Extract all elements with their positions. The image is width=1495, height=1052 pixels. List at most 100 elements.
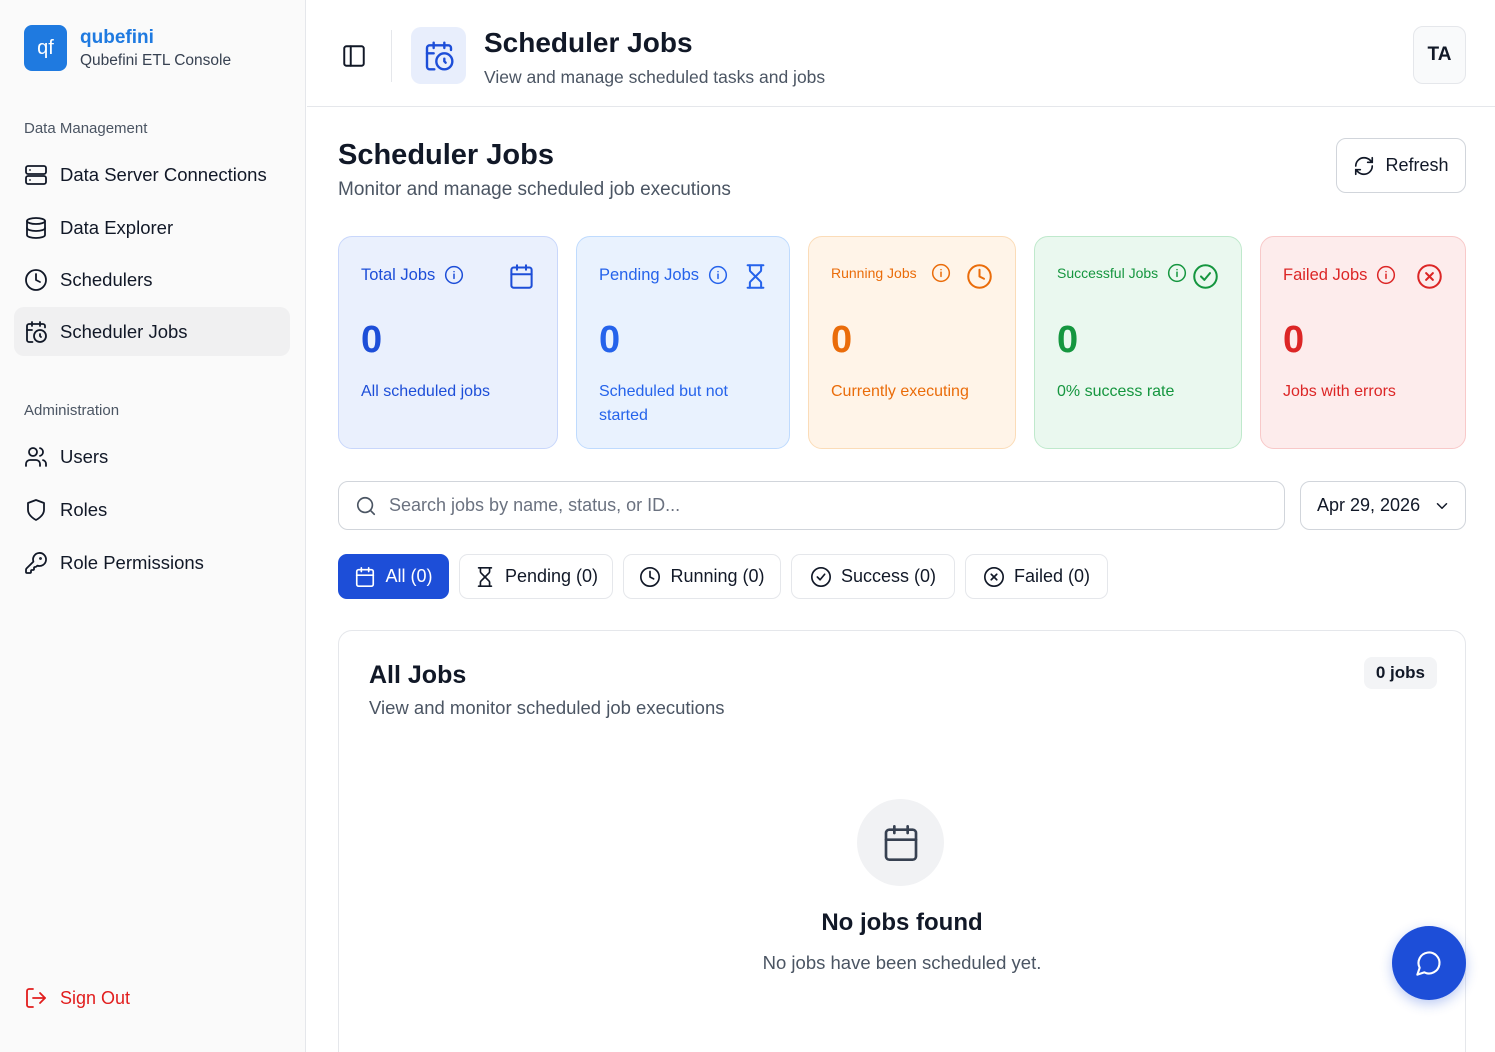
- stat-value: 0: [831, 319, 853, 361]
- key-icon: [25, 551, 47, 574]
- stat-card-successful-jobs: Successful Jobs 0 0% success rate: [1034, 236, 1242, 449]
- clock-icon: [25, 268, 47, 291]
- sidebar-item-label: Role Permissions: [60, 551, 204, 573]
- page-subtitle: Monitor and manage scheduled job executi…: [338, 179, 731, 200]
- stat-label: Total Jobs: [361, 265, 436, 284]
- sidebar-item-role-permissions[interactable]: Role Permissions: [14, 538, 290, 587]
- info-icon[interactable]: [1376, 265, 1396, 285]
- page-title: Scheduler Jobs: [338, 139, 554, 171]
- stat-caption: Jobs with errors: [1283, 383, 1396, 400]
- clock-icon: [967, 264, 992, 289]
- check-circle-icon: [1193, 264, 1218, 289]
- search-input[interactable]: [389, 495, 1249, 516]
- filter-failed-button[interactable]: Failed (0): [965, 554, 1108, 599]
- sidebar-item-schedulers[interactable]: Schedulers: [14, 255, 290, 304]
- stat-label: Running Jobs: [831, 265, 917, 281]
- brand-name: qubefini: [80, 26, 154, 48]
- info-icon[interactable]: [444, 265, 464, 285]
- filter-label: Pending (0): [504, 566, 599, 586]
- info-icon[interactable]: [931, 263, 951, 283]
- jobs-panel: All Jobs View and monitor scheduled job …: [338, 630, 1466, 1052]
- sidebar-item-data-explorer[interactable]: Data Explorer: [14, 203, 290, 252]
- jobs-count-badge: 0 jobs: [1363, 657, 1437, 689]
- hourglass-icon: [477, 566, 493, 587]
- search-box[interactable]: [338, 481, 1285, 530]
- empty-state-title: No jobs found: [821, 909, 983, 936]
- filter-label: Success (0): [840, 566, 937, 586]
- stat-caption: 0% success rate: [1057, 383, 1175, 400]
- stat-card-failed-jobs: Failed Jobs 0 Jobs with errors: [1260, 236, 1466, 449]
- stat-card-running-jobs: Running Jobs 0 Currently executing: [808, 236, 1016, 449]
- clock-icon: [640, 566, 661, 587]
- header-title: Scheduler Jobs: [484, 27, 693, 58]
- stat-value: 0: [361, 319, 383, 361]
- section-label-administration: Administration: [24, 402, 120, 419]
- sidebar-toggle-icon[interactable]: [341, 43, 367, 69]
- chevron-down-icon: [1436, 503, 1448, 509]
- brand-logo: qf: [24, 25, 67, 71]
- top-bar: Scheduler Jobs View and manage scheduled…: [307, 0, 1495, 107]
- log-out-icon: [26, 988, 46, 1008]
- stat-value: 0: [1057, 319, 1079, 361]
- users-icon: [25, 446, 47, 467]
- search-icon: [356, 496, 376, 515]
- sidebar: qf qubefini Qubefini ETL Console Data Ma…: [0, 0, 306, 1052]
- filter-label: Failed (0): [1013, 566, 1091, 586]
- stat-value: 0: [599, 319, 621, 361]
- stat-card-pending-jobs: Pending Jobs 0 Scheduled but not started: [576, 236, 790, 449]
- sign-out-label: Sign Out: [60, 987, 131, 1008]
- jobs-panel-subtitle: View and monitor scheduled job execution…: [369, 697, 725, 718]
- filter-success-button[interactable]: Success (0): [791, 554, 955, 599]
- calendar-clock-icon: [26, 320, 47, 343]
- stat-label: Pending Jobs: [599, 265, 699, 284]
- filter-pending-button[interactable]: Pending (0): [459, 554, 613, 599]
- server-icon: [25, 164, 47, 185]
- calendar-clock-icon: [425, 40, 454, 71]
- info-icon[interactable]: [708, 265, 728, 285]
- filter-label: All (0): [385, 566, 433, 586]
- calendar-icon: [884, 824, 917, 861]
- jobs-panel-title: All Jobs: [369, 661, 467, 689]
- page-icon: [411, 27, 466, 84]
- calendar-icon: [510, 264, 533, 289]
- filter-running-button[interactable]: Running (0): [623, 554, 781, 599]
- stat-label: Failed Jobs: [1283, 265, 1368, 284]
- x-circle-icon: [1417, 264, 1442, 289]
- brand-subtitle: Qubefini ETL Console: [80, 51, 232, 69]
- refresh-label: Refresh: [1385, 155, 1449, 175]
- sidebar-item-scheduler-jobs[interactable]: Scheduler Jobs: [14, 307, 290, 356]
- info-icon[interactable]: [1167, 263, 1187, 283]
- empty-state-subtitle: No jobs have been scheduled yet.: [762, 952, 1042, 973]
- refresh-icon: [1355, 156, 1374, 175]
- database-icon: [26, 216, 46, 239]
- filter-all-button[interactable]: All (0): [338, 554, 449, 599]
- stat-value: 0: [1283, 319, 1305, 361]
- sidebar-item-roles[interactable]: Roles: [14, 485, 290, 534]
- sidebar-item-label: Data Server Connections: [60, 163, 267, 185]
- sidebar-item-label: Schedulers: [60, 268, 153, 290]
- message-circle-icon: [1416, 951, 1441, 976]
- header-subtitle: View and manage scheduled tasks and jobs: [484, 67, 826, 87]
- shield-icon: [27, 498, 45, 521]
- sign-out-button[interactable]: Sign Out: [24, 986, 130, 1010]
- sidebar-item-label: Users: [60, 445, 109, 467]
- sidebar-item-label: Data Explorer: [60, 216, 174, 238]
- calendar-icon: [356, 566, 375, 587]
- sidebar-item-data-server-connections[interactable]: Data Server Connections: [14, 150, 290, 199]
- divider: [391, 30, 392, 82]
- sidebar-item-users[interactable]: Users: [14, 432, 290, 481]
- refresh-button[interactable]: Refresh: [1336, 138, 1466, 193]
- avatar[interactable]: TA: [1413, 26, 1466, 84]
- stat-caption: Currently executing: [831, 383, 969, 400]
- filter-label: Running (0): [670, 566, 765, 586]
- date-filter-select[interactable]: Apr 29, 2026: [1300, 481, 1466, 530]
- hourglass-icon: [746, 264, 765, 289]
- x-circle-icon: [983, 566, 1004, 587]
- chat-button[interactable]: [1392, 926, 1466, 1000]
- empty-state-icon: [857, 799, 944, 886]
- stat-caption: All scheduled jobs: [361, 383, 490, 400]
- brand[interactable]: qf qubefini Qubefini ETL Console: [24, 25, 231, 71]
- section-label-data-management: Data Management: [24, 120, 148, 137]
- stat-card-total-jobs: Total Jobs 0 All scheduled jobs: [338, 236, 558, 449]
- stat-caption: Scheduled but not started: [599, 383, 728, 424]
